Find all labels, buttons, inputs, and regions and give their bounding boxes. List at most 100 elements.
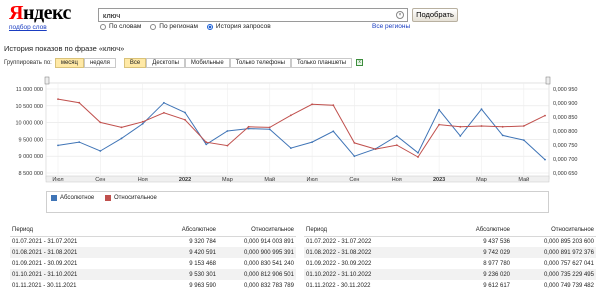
data-point-relative [57, 98, 59, 100]
x-tick-label: Ноя [138, 177, 148, 183]
subtitle-link[interactable]: подбор слов [9, 24, 47, 31]
col-absolute[interactable]: Абсолютное [160, 224, 218, 237]
data-point-relative [459, 125, 462, 128]
device-desktop-button[interactable]: Десктопы [146, 57, 185, 68]
cell-absolute: 9 437 536 [483, 238, 510, 245]
radio-by-words[interactable]: По словам [100, 23, 141, 30]
device-mobile-button[interactable]: Мобильные [184, 57, 230, 68]
legend-item-absolute[interactable]: Абсолютное [51, 195, 94, 201]
data-point-absolute [57, 144, 59, 147]
table-row: 01.10.2022 - 31.10.2022 9 236 020 0,000 73… [304, 269, 596, 280]
data-point-relative [184, 118, 186, 121]
data-point-absolute [544, 158, 546, 161]
table-row: 01.09.2022 - 30.09.2022 8 977 780 0,000 75… [304, 258, 596, 269]
mode-radio-group: По словам По регионам История запросов [100, 23, 271, 30]
x-tick-label: 2023 [433, 177, 445, 183]
data-point-relative [247, 125, 250, 128]
data-point-relative [480, 125, 483, 127]
radio-label: История запросов [215, 23, 271, 30]
y-right-tick-label: 0,000 900 [553, 101, 577, 107]
x-tick-label: Май [264, 176, 275, 183]
radio-by-regions[interactable]: По регионам [150, 23, 198, 30]
clear-icon[interactable]: × [396, 11, 404, 19]
group-month-button[interactable]: месяц [54, 57, 84, 68]
y-left-tick-label: 9 500 000 [19, 137, 43, 143]
cell-absolute: 9 320 784 [189, 238, 216, 245]
data-point-absolute [205, 143, 208, 146]
data-point-absolute [480, 108, 483, 111]
legend-label: Относительное [114, 195, 157, 201]
range-handle-left[interactable] [44, 76, 50, 85]
data-point-absolute [226, 130, 229, 132]
group-week-button[interactable]: неделя [83, 57, 116, 68]
radio-history[interactable]: История запросов [206, 23, 271, 30]
cell-relative: 0,000 735 229 495 [512, 269, 596, 280]
search-box: × [98, 8, 408, 22]
table-row: 01.11.2022 - 30.11.2022 9 612 617 0,000 74… [304, 280, 596, 291]
data-point-relative [522, 125, 525, 127]
radio-dot[interactable] [206, 23, 213, 30]
cell-relative: 0,000 914 003 891 [243, 238, 294, 245]
x-tick-label: 2022 [179, 177, 191, 183]
cell-period: 01.10.2021 - 31.10.2021 [10, 269, 160, 280]
cell-relative: 0,000 830 541 240 [243, 260, 294, 267]
data-point-relative [226, 144, 229, 147]
data-point-absolute [353, 155, 356, 158]
y-right-tick-label: 0,000 850 [553, 115, 577, 121]
table-row: 01.08.2021 - 31.08.2021 9 420 591 0,000 90… [10, 247, 296, 258]
data-point-absolute [99, 150, 102, 152]
cell-period: 01.08.2022 - 31.08.2022 [304, 247, 454, 258]
device-tablets-button[interactable]: Только планшеты [290, 57, 353, 68]
data-point-absolute [417, 151, 419, 154]
device-phones-button[interactable]: Только телефоны [229, 57, 291, 68]
device-all-button[interactable]: Все [123, 57, 147, 68]
col-period: Период [304, 224, 454, 237]
range-handle-right[interactable] [545, 76, 551, 85]
cell-relative: 0,000 900 995 391 [218, 247, 296, 258]
group-label: Группировать по: [4, 59, 52, 66]
x-tick-label: Ноя [392, 177, 402, 183]
legend-swatch-absolute [51, 195, 57, 201]
radio-label: По словам [109, 23, 142, 30]
cell-absolute: 9 612 617 [483, 282, 510, 289]
radio-dot[interactable] [100, 23, 106, 30]
data-point-absolute [522, 139, 525, 141]
cell-period: 01.07.2021 - 31.07.2021 [12, 238, 78, 245]
col-absolute[interactable]: Абсолютное [454, 224, 512, 237]
col-relative[interactable]: Относительное [512, 224, 596, 237]
data-point-absolute [78, 141, 81, 143]
table-row: 01.09.2021 - 30.09.2021 9 153 468 0,000 83… [10, 258, 296, 269]
table-row: 01.11.2021 - 30.11.2021 9 963 590 0,000 83… [10, 280, 296, 291]
col-relative[interactable]: Относительное [218, 224, 296, 237]
yandex-logo[interactable]: Яндекс [9, 3, 71, 23]
search-input[interactable] [99, 9, 389, 21]
legend-item-relative[interactable]: Относительное [105, 195, 157, 201]
y-left-tick-label: 9 000 000 [19, 154, 43, 160]
data-point-absolute [141, 122, 144, 125]
search-button[interactable]: Подобрать [412, 8, 458, 22]
excel-export-icon[interactable]: x [356, 59, 364, 66]
data-point-relative [163, 111, 165, 114]
data-point-relative [311, 103, 313, 106]
cell-absolute: 9 236 020 [454, 269, 512, 280]
data-point-absolute [268, 128, 271, 131]
cell-period: 01.11.2021 - 30.11.2021 [12, 282, 77, 289]
table-header-row: Период Абсолютное Относительное [10, 224, 296, 237]
all-regions-link[interactable]: Все регионы [372, 23, 410, 30]
y-right-tick-label: 0,000 750 [553, 143, 577, 149]
data-point-relative [120, 126, 123, 129]
table-header-row: Период Абсолютное Относительное [304, 224, 596, 237]
y-left-tick-label: 8 500 000 [19, 171, 43, 177]
data-point-absolute [311, 141, 313, 143]
x-tick-label: Мар [476, 177, 487, 183]
history-table-left: Период Абсолютное Относительное 01.07.20… [10, 224, 296, 291]
y-right-tick-label: 0,000 650 [553, 171, 577, 177]
cell-period: 01.08.2021 - 31.08.2021 [10, 247, 160, 258]
data-point-relative [501, 125, 504, 128]
x-tick-label: Июл [52, 177, 63, 183]
data-point-relative [332, 104, 335, 107]
table-row: 01.10.2021 - 31.10.2021 9 530 301 0,000 81… [10, 269, 296, 280]
logo-first-letter: Я [9, 2, 23, 24]
y-right-tick-label: 0,000 700 [553, 157, 577, 163]
radio-dot[interactable] [150, 23, 157, 30]
